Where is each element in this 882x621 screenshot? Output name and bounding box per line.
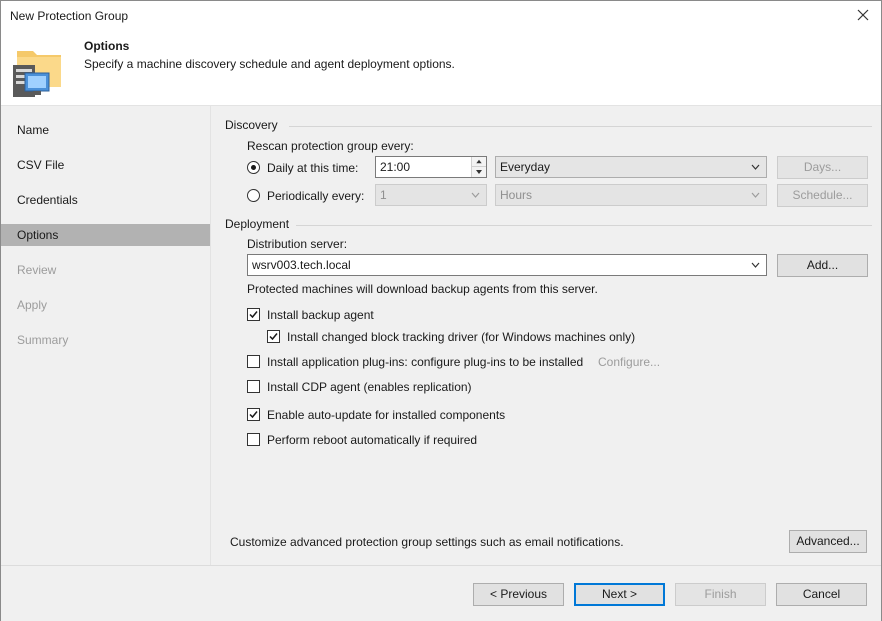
wizard-footer: < Previous Next > Finish Cancel [1, 565, 881, 621]
dialog-window: New Protection Group Options Specify a m… [0, 0, 882, 621]
distribution-server-select[interactable]: wsrv003.tech.local [247, 254, 767, 276]
periodic-unit-value: Hours [500, 188, 533, 202]
nav-step-options[interactable]: Options [1, 224, 210, 246]
daily-time-input[interactable]: 21:00 [375, 156, 487, 178]
periodic-value-select: 1 [375, 184, 487, 206]
nav-step-csv-file[interactable]: CSV File [1, 154, 210, 176]
finish-button: Finish [675, 583, 766, 606]
daily-frequency-select[interactable]: Everyday [495, 156, 767, 178]
deployment-divider [296, 225, 872, 226]
rescan-label: Rescan protection group every: [247, 139, 414, 153]
wizard-body: Name CSV File Credentials Options Review… [1, 105, 881, 566]
wizard-header: Options Specify a machine discovery sche… [1, 31, 881, 105]
periodic-radio[interactable] [247, 189, 260, 202]
install-agent-label: Install backup agent [267, 308, 374, 322]
chevron-down-icon [751, 262, 760, 268]
check-icon [249, 411, 258, 419]
nav-step-credentials[interactable]: Credentials [1, 189, 210, 211]
configure-plugins-link: Configure... [598, 355, 661, 369]
options-panel: Discovery Rescan protection group every:… [212, 106, 881, 566]
window-title: New Protection Group [10, 9, 129, 23]
previous-button[interactable]: < Previous [473, 583, 564, 606]
daily-frequency-value: Everyday [500, 160, 551, 174]
reboot-checkbox[interactable] [247, 433, 260, 446]
check-icon [249, 311, 258, 319]
nav-step-review: Review [17, 263, 57, 277]
protection-group-icon [13, 51, 61, 97]
auto-update-label: Enable auto-update for installed compone… [267, 408, 506, 422]
cancel-button[interactable]: Cancel [776, 583, 867, 606]
install-cbt-checkbox[interactable] [267, 330, 280, 343]
spin-down-icon[interactable] [472, 167, 486, 177]
periodic-label: Periodically every: [267, 189, 365, 203]
title-bar: New Protection Group [1, 1, 881, 31]
discovery-group-label: Discovery [225, 118, 278, 132]
close-icon[interactable] [855, 7, 871, 23]
check-icon [269, 333, 278, 341]
nav-step-name[interactable]: Name [1, 119, 210, 141]
spin-up-icon[interactable] [472, 157, 486, 167]
chevron-down-icon [751, 192, 760, 198]
install-cdp-label: Install CDP agent (enables replication) [267, 380, 472, 394]
install-cdp-checkbox[interactable] [247, 380, 260, 393]
page-title: Options [84, 39, 130, 53]
next-button[interactable]: Next > [574, 583, 665, 606]
page-subtitle: Specify a machine discovery schedule and… [84, 57, 455, 71]
add-server-button[interactable]: Add... [777, 254, 868, 277]
install-agent-checkbox[interactable] [247, 308, 260, 321]
install-cbt-label: Install changed block tracking driver (f… [287, 330, 636, 344]
server-note: Protected machines will download backup … [247, 282, 598, 296]
nav-step-apply: Apply [17, 298, 48, 312]
daily-radio[interactable] [247, 161, 260, 174]
reboot-label: Perform reboot automatically if required [267, 433, 478, 447]
nav-step-summary: Summary [17, 333, 69, 347]
distribution-server-label: Distribution server: [247, 237, 348, 251]
deployment-group-label: Deployment [225, 217, 290, 231]
time-spinner[interactable] [471, 157, 486, 177]
chevron-down-icon [471, 192, 480, 198]
schedule-button: Schedule... [777, 184, 868, 207]
discovery-divider [289, 126, 872, 127]
periodic-unit-select: Hours [495, 184, 767, 206]
install-plugins-checkbox[interactable] [247, 355, 260, 368]
days-button: Days... [777, 156, 868, 179]
daily-time-value: 21:00 [380, 160, 411, 174]
advanced-button[interactable]: Advanced... [789, 530, 867, 553]
daily-label: Daily at this time: [267, 161, 359, 175]
wizard-step-list: Name CSV File Credentials Options Review… [1, 106, 211, 566]
distribution-server-value: wsrv003.tech.local [252, 258, 351, 272]
periodic-value: 1 [380, 188, 387, 202]
advanced-note: Customize advanced protection group sett… [230, 535, 624, 549]
chevron-down-icon [751, 164, 760, 170]
auto-update-checkbox[interactable] [247, 408, 260, 421]
install-plugins-label: Install application plug-ins: configure … [267, 355, 584, 369]
